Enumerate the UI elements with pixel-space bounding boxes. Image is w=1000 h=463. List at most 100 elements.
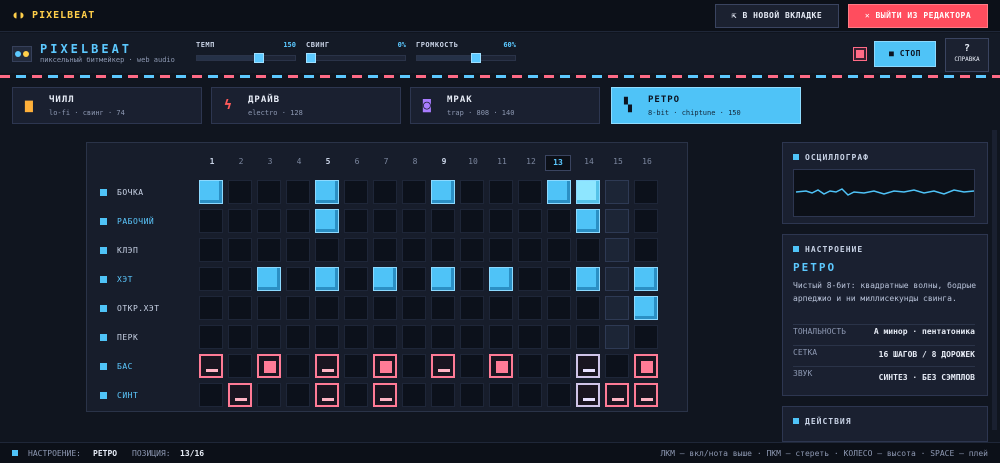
step-cell[interactable] [547, 383, 571, 407]
step-cell[interactable] [286, 325, 310, 349]
step-cell[interactable] [605, 383, 629, 407]
step-cell[interactable] [547, 238, 571, 262]
step-cell[interactable] [344, 325, 368, 349]
step-cell[interactable] [431, 209, 455, 233]
step-cell[interactable] [431, 325, 455, 349]
step-cell[interactable] [373, 354, 397, 378]
step-cell[interactable] [460, 238, 484, 262]
step-cell[interactable] [431, 238, 455, 262]
track-mute-toggle[interactable] [100, 363, 107, 370]
step-cell[interactable] [199, 209, 223, 233]
step-cell[interactable] [634, 354, 658, 378]
tempo-slider[interactable] [196, 53, 296, 63]
step-cell[interactable] [518, 209, 542, 233]
step-cell[interactable] [402, 180, 426, 204]
step-cell[interactable] [344, 267, 368, 291]
open-new-tab-button[interactable]: ⇱ В НОВОЙ ВКЛАДКЕ [715, 4, 839, 28]
step-cell[interactable] [402, 238, 426, 262]
step-cell[interactable] [315, 354, 339, 378]
step-cell[interactable] [315, 325, 339, 349]
step-cell[interactable] [460, 267, 484, 291]
step-cell[interactable] [460, 209, 484, 233]
step-cell[interactable] [373, 267, 397, 291]
step-cell[interactable] [576, 267, 600, 291]
step-cell[interactable] [547, 267, 571, 291]
step-cell[interactable] [547, 296, 571, 320]
track-mute-toggle[interactable] [100, 189, 107, 196]
step-cell[interactable] [547, 180, 571, 204]
swing-slider[interactable] [306, 53, 406, 63]
step-cell[interactable] [605, 296, 629, 320]
step-cell[interactable] [402, 209, 426, 233]
step-cell[interactable] [547, 354, 571, 378]
stop-button[interactable]: ■ СТОП [874, 41, 936, 67]
step-cell[interactable] [257, 383, 281, 407]
step-cell[interactable] [431, 267, 455, 291]
step-cell[interactable] [460, 383, 484, 407]
step-cell[interactable] [199, 325, 223, 349]
scrollbar[interactable] [992, 130, 997, 430]
step-cell[interactable] [576, 296, 600, 320]
step-cell[interactable] [228, 296, 252, 320]
swing-slider-handle[interactable] [306, 53, 316, 63]
step-cell[interactable] [402, 354, 426, 378]
step-cell[interactable] [634, 325, 658, 349]
step-cell[interactable] [286, 209, 310, 233]
step-cell[interactable] [257, 238, 281, 262]
exit-editor-button[interactable]: ✕ ВЫЙТИ ИЗ РЕДАКТОРА [848, 4, 988, 28]
step-cell[interactable] [460, 325, 484, 349]
step-cell[interactable] [634, 267, 658, 291]
step-cell[interactable] [460, 180, 484, 204]
step-cell[interactable] [286, 296, 310, 320]
track-mute-toggle[interactable] [100, 305, 107, 312]
track-mute-toggle[interactable] [100, 276, 107, 283]
step-cell[interactable] [344, 209, 368, 233]
step-cell[interactable] [228, 180, 252, 204]
step-cell[interactable] [199, 180, 223, 204]
step-cell[interactable] [489, 209, 513, 233]
step-cell[interactable] [489, 325, 513, 349]
step-cell[interactable] [431, 296, 455, 320]
volume-slider[interactable] [416, 53, 516, 63]
step-cell[interactable] [431, 354, 455, 378]
step-cell[interactable] [518, 238, 542, 262]
step-cell[interactable] [547, 209, 571, 233]
step-cell[interactable] [634, 180, 658, 204]
step-cell[interactable] [373, 209, 397, 233]
step-cell[interactable] [257, 180, 281, 204]
step-cell[interactable] [576, 325, 600, 349]
step-cell[interactable] [199, 354, 223, 378]
step-cell[interactable] [257, 267, 281, 291]
step-cell[interactable] [315, 209, 339, 233]
step-cell[interactable] [576, 209, 600, 233]
track-mute-toggle[interactable] [100, 218, 107, 225]
step-cell[interactable] [373, 325, 397, 349]
step-cell[interactable] [315, 296, 339, 320]
step-cell[interactable] [373, 180, 397, 204]
step-cell[interactable] [286, 267, 310, 291]
step-cell[interactable] [489, 267, 513, 291]
step-cell[interactable] [373, 383, 397, 407]
step-cell[interactable] [286, 354, 310, 378]
step-cell[interactable] [286, 238, 310, 262]
mood-card[interactable]: ▚ РЕТРО 8-bit · chiptune · 150 [611, 87, 801, 124]
help-button[interactable]: ? СПРАВКА [945, 38, 989, 72]
step-cell[interactable] [228, 383, 252, 407]
step-cell[interactable] [605, 354, 629, 378]
step-cell[interactable] [460, 354, 484, 378]
step-cell[interactable] [605, 238, 629, 262]
step-cell[interactable] [228, 238, 252, 262]
step-cell[interactable] [518, 383, 542, 407]
step-cell[interactable] [402, 267, 426, 291]
step-cell[interactable] [547, 325, 571, 349]
step-cell[interactable] [199, 383, 223, 407]
step-cell[interactable] [605, 209, 629, 233]
step-cell[interactable] [373, 296, 397, 320]
step-cell[interactable] [518, 180, 542, 204]
mood-card[interactable]: ϟ ДРАЙВ electro · 128 [211, 87, 401, 124]
step-cell[interactable] [576, 180, 600, 204]
step-cell[interactable] [518, 354, 542, 378]
step-cell[interactable] [344, 238, 368, 262]
step-cell[interactable] [344, 296, 368, 320]
step-cell[interactable] [257, 296, 281, 320]
